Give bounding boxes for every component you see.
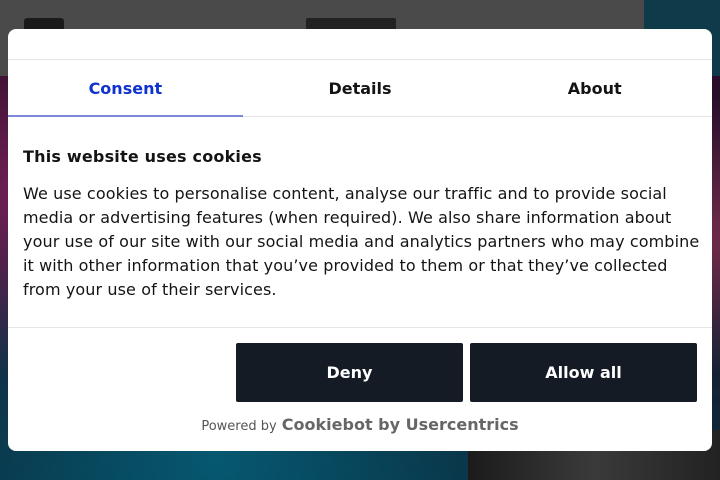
powered-by-label: Powered by bbox=[201, 419, 277, 434]
powered-by: Powered by Cookiebot by Usercentrics bbox=[8, 415, 712, 434]
dialog-tabs: Consent Details About bbox=[8, 59, 712, 117]
allow-all-button[interactable]: Allow all bbox=[470, 343, 697, 402]
tab-about[interactable]: About bbox=[477, 60, 712, 116]
cookiebot-brand-link[interactable]: Cookiebot by Usercentrics bbox=[282, 415, 519, 434]
consent-body: We use cookies to personalise content, a… bbox=[23, 184, 700, 299]
dialog-divider bbox=[8, 327, 712, 328]
cookie-consent-dialog: Consent Details About This website uses … bbox=[8, 29, 712, 451]
consent-content: This website uses cookies We use cookies… bbox=[23, 147, 703, 302]
tab-consent[interactable]: Consent bbox=[8, 60, 243, 117]
deny-button[interactable]: Deny bbox=[236, 343, 463, 402]
consent-title: This website uses cookies bbox=[23, 147, 262, 166]
tab-details[interactable]: Details bbox=[243, 60, 478, 116]
